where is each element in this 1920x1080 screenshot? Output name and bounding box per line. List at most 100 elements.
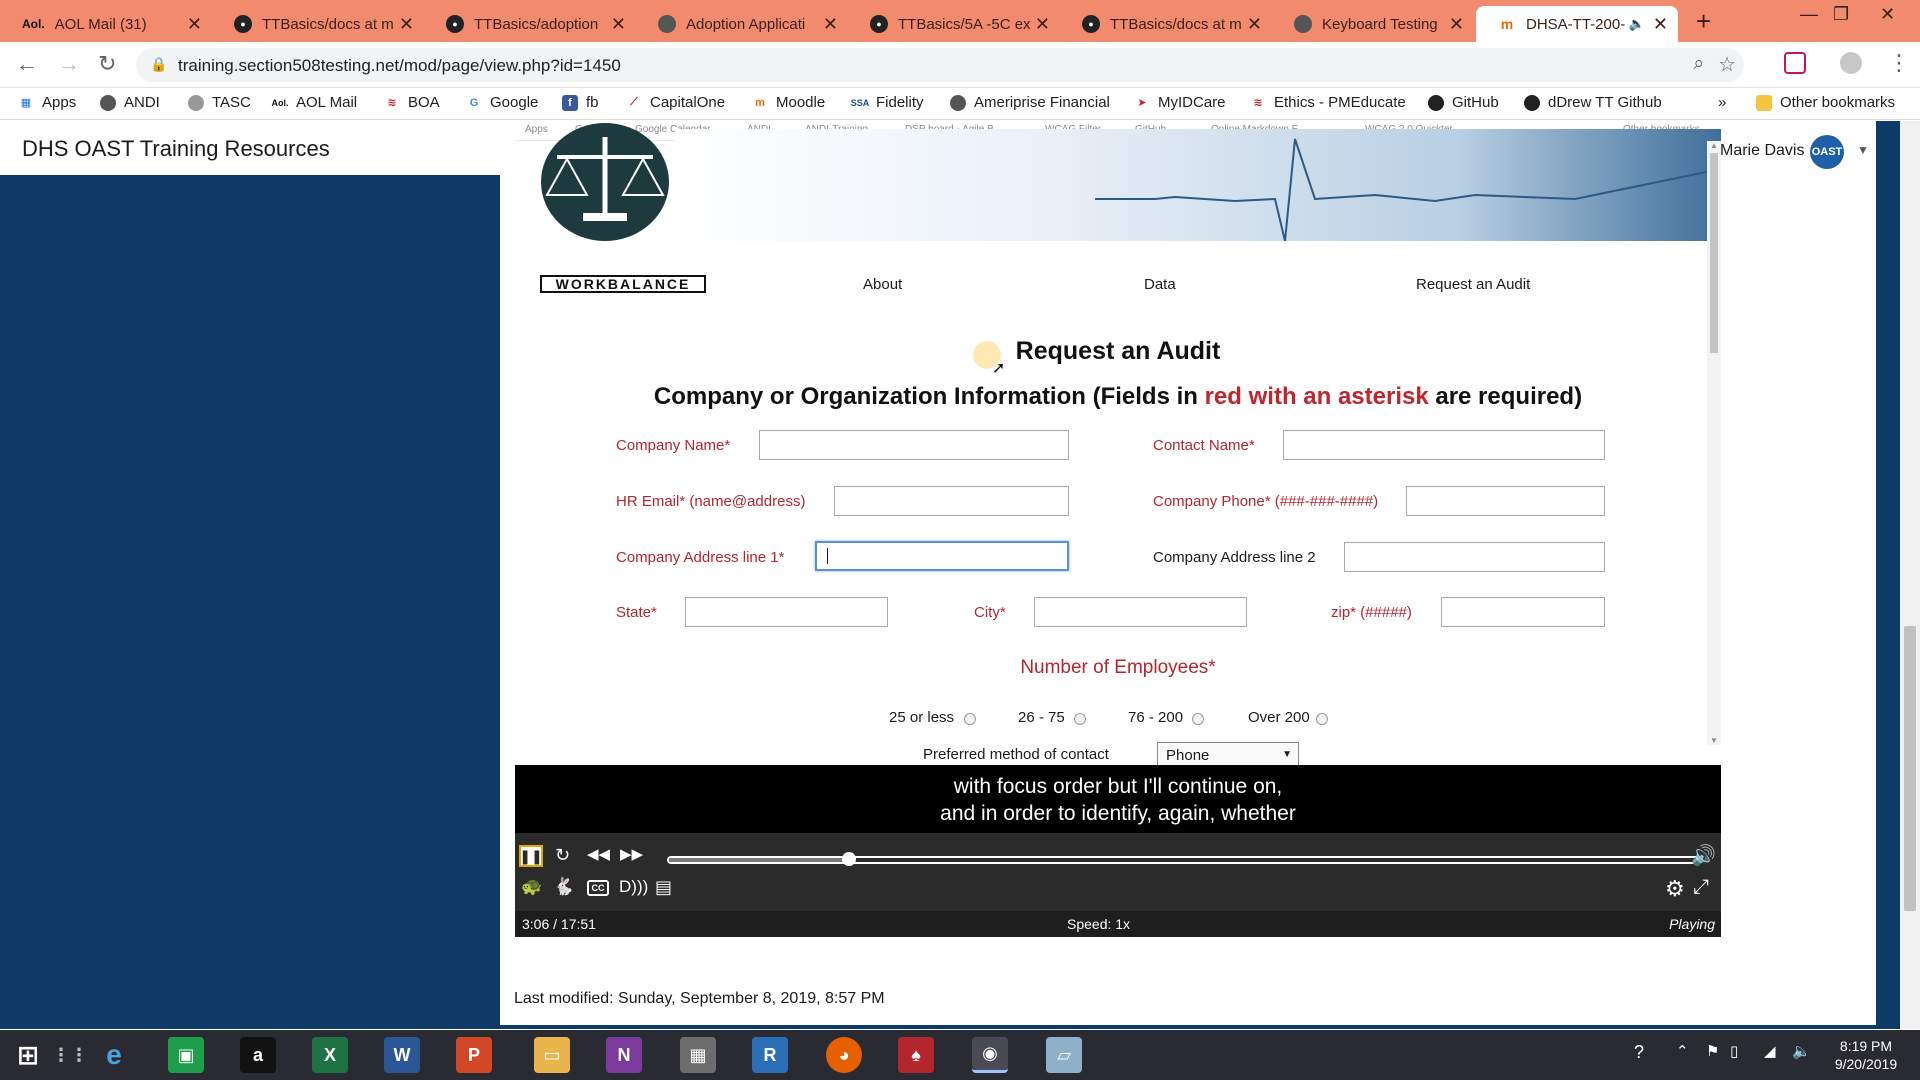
close-icon[interactable]: ✕ [611,14,626,35]
bookmark-fidelity[interactable]: SSA Fidelity [851,94,924,111]
bookmark-aol-mail[interactable]: Aol. AOL Mail [272,94,358,111]
bookmark-myidcare[interactable]: ➤ MyIDCare [1134,94,1225,111]
tab-ttbasics-5a[interactable]: ● TTBasics/5A -5C ex ✕ [848,6,1060,42]
pause-icon[interactable]: ❚❚ [519,845,543,867]
radio-26-75[interactable] [1074,713,1086,725]
nav-about[interactable]: About [863,276,902,293]
close-icon[interactable]: ✕ [1449,14,1464,35]
forward-button[interactable]: → [58,51,80,77]
state-field[interactable] [685,597,888,627]
firefox-icon[interactable]: ◕ [826,1037,862,1073]
transcript-icon[interactable]: ▤ [655,877,672,898]
nav-request-audit[interactable]: Request an Audit [1416,276,1530,293]
bookmark-andi[interactable]: ANDI [100,94,160,111]
bookmark-google[interactable]: G Google [466,94,539,111]
close-icon[interactable]: ✕ [1653,14,1668,35]
bookmark-capitalone[interactable]: ⟋ CapitalOne [626,94,725,111]
notes-icon[interactable]: ▱ [1046,1037,1082,1073]
bookmark-ethics[interactable]: ≋ Ethics - PMEducate [1250,94,1405,111]
tab-adoption-application[interactable]: Adoption Applicati ✕ [636,6,848,42]
bookmark-star-icon[interactable]: ☆ [1718,52,1736,77]
calculator-icon[interactable]: ▦ [680,1037,716,1073]
store-icon[interactable]: ▣ [168,1037,204,1073]
flag-icon[interactable]: ⚑ [1706,1042,1719,1060]
task-view-icon[interactable]: ⋮⋮ [52,1037,88,1073]
volume-tray-icon[interactable]: 🔈 [1792,1042,1811,1060]
reload-button[interactable]: ↻ [98,51,116,77]
speaker-icon[interactable]: 🔈 [1629,16,1645,32]
contact-method-select[interactable]: Phone ▼ [1157,742,1299,765]
onenote-icon[interactable]: N [606,1037,642,1073]
lock-icon[interactable]: 🔒 [150,56,167,73]
seek-bar-handle[interactable] [842,852,857,866]
internet-explorer-icon[interactable]: e [96,1037,132,1073]
radio-over-200[interactable] [1316,713,1328,725]
close-icon[interactable]: ✕ [823,14,838,35]
network-icon[interactable]: ◢ [1764,1042,1776,1060]
nav-data[interactable]: Data [1144,276,1176,293]
city-field[interactable] [1034,597,1247,627]
r-icon[interactable]: R [752,1037,788,1073]
bookmark-moodle[interactable]: m Moodle [752,94,825,111]
back-button[interactable]: ← [16,51,38,77]
site-title[interactable]: DHS OAST Training Resources [22,136,330,162]
tab-keyboard-testing[interactable]: Keyboard Testing ✕ [1272,6,1474,42]
new-tab-button[interactable]: + [1696,6,1711,37]
profile-avatar[interactable] [1840,52,1862,74]
amazon-icon[interactable]: a [240,1037,276,1073]
bookmark-ddrew-github[interactable]: dDrew TT Github [1524,94,1662,111]
contact-name-field[interactable] [1283,430,1605,460]
user-name[interactable]: Marie Davis [1720,142,1804,160]
bookmark-apps[interactable]: ▦ Apps [18,94,76,111]
zoom-icon[interactable]: ⌕ [1693,53,1704,75]
help-icon[interactable]: ? [1634,1042,1644,1063]
system-clock[interactable]: 8:19 PM 9/20/2019 [1820,1037,1912,1073]
tab-dhsa-tt-200[interactable]: m DHSA-TT-200- 🔈 ✕ [1476,6,1678,42]
bookmark-ameriprise[interactable]: Ameriprise Financial [950,94,1110,111]
zip-field[interactable] [1441,597,1605,627]
start-icon[interactable]: ⊞ [10,1037,46,1073]
page-scrollbar[interactable] [1900,121,1920,1029]
word-icon[interactable]: W [384,1037,420,1073]
close-window-button[interactable]: ✕ [1880,4,1895,25]
video-player[interactable]: Apps Gmail Google Calendar ANDI ANDI-Tra… [515,121,1721,937]
solitaire-icon[interactable]: ♠ [898,1037,934,1073]
settings-gear-icon[interactable]: ⚙ [1665,876,1685,902]
bookmark-tasc[interactable]: TASC [188,94,251,111]
radio-76-200[interactable] [1192,713,1204,725]
tab-ttbasics-docs-2[interactable]: ● TTBasics/docs at m ✕ [1060,6,1272,42]
bookmark-boa[interactable]: ≋ BOA [384,94,439,111]
battery-icon[interactable]: ▯ [1730,1042,1738,1060]
file-explorer-icon[interactable]: ▭ [534,1037,570,1073]
chevron-down-icon[interactable]: ▼ [1857,143,1869,157]
radio-25-or-less[interactable] [964,713,976,725]
company-phone-field[interactable] [1406,486,1605,516]
tab-ttbasics-docs[interactable]: ● TTBasics/docs at m ✕ [212,6,424,42]
bookmark-other[interactable]: Other bookmarks [1756,94,1895,111]
seek-bar[interactable] [667,852,1701,866]
bookmarks-more[interactable]: » [1718,94,1726,111]
scrollbar-thumb[interactable] [1904,626,1916,911]
address-line1-field[interactable] [815,541,1069,571]
close-icon[interactable]: ✕ [187,14,202,35]
rewind-icon[interactable]: ◀◀ [587,845,610,863]
volume-icon[interactable]: 🔊 [1691,843,1716,868]
url-text[interactable]: training.section508testing.net/mod/page/… [178,56,621,76]
restart-icon[interactable]: ↻ [555,845,570,866]
company-name-field[interactable] [759,430,1069,460]
minimize-button[interactable]: — [1800,4,1818,25]
bookmark-github[interactable]: GitHub [1428,94,1499,111]
bookmark-fb[interactable]: f fb [562,94,599,111]
user-avatar[interactable]: OAST [1810,135,1844,169]
captions-icon[interactable]: CC [587,880,609,896]
close-icon[interactable]: ✕ [1247,14,1262,35]
tab-aol-mail[interactable]: Aol. AOL Mail (31) ✕ [0,6,212,42]
close-icon[interactable]: ✕ [399,14,414,35]
address-line2-field[interactable] [1344,542,1605,572]
video-frame[interactable]: Apps Gmail Google Calendar ANDI ANDI-Tra… [515,121,1721,765]
hr-email-field[interactable] [834,486,1069,516]
faster-rabbit-icon[interactable]: 🐇 [553,877,574,897]
fast-forward-icon[interactable]: ▶▶ [620,845,643,863]
extension-icon[interactable] [1784,52,1806,74]
maximize-button[interactable]: ❐ [1833,4,1849,25]
